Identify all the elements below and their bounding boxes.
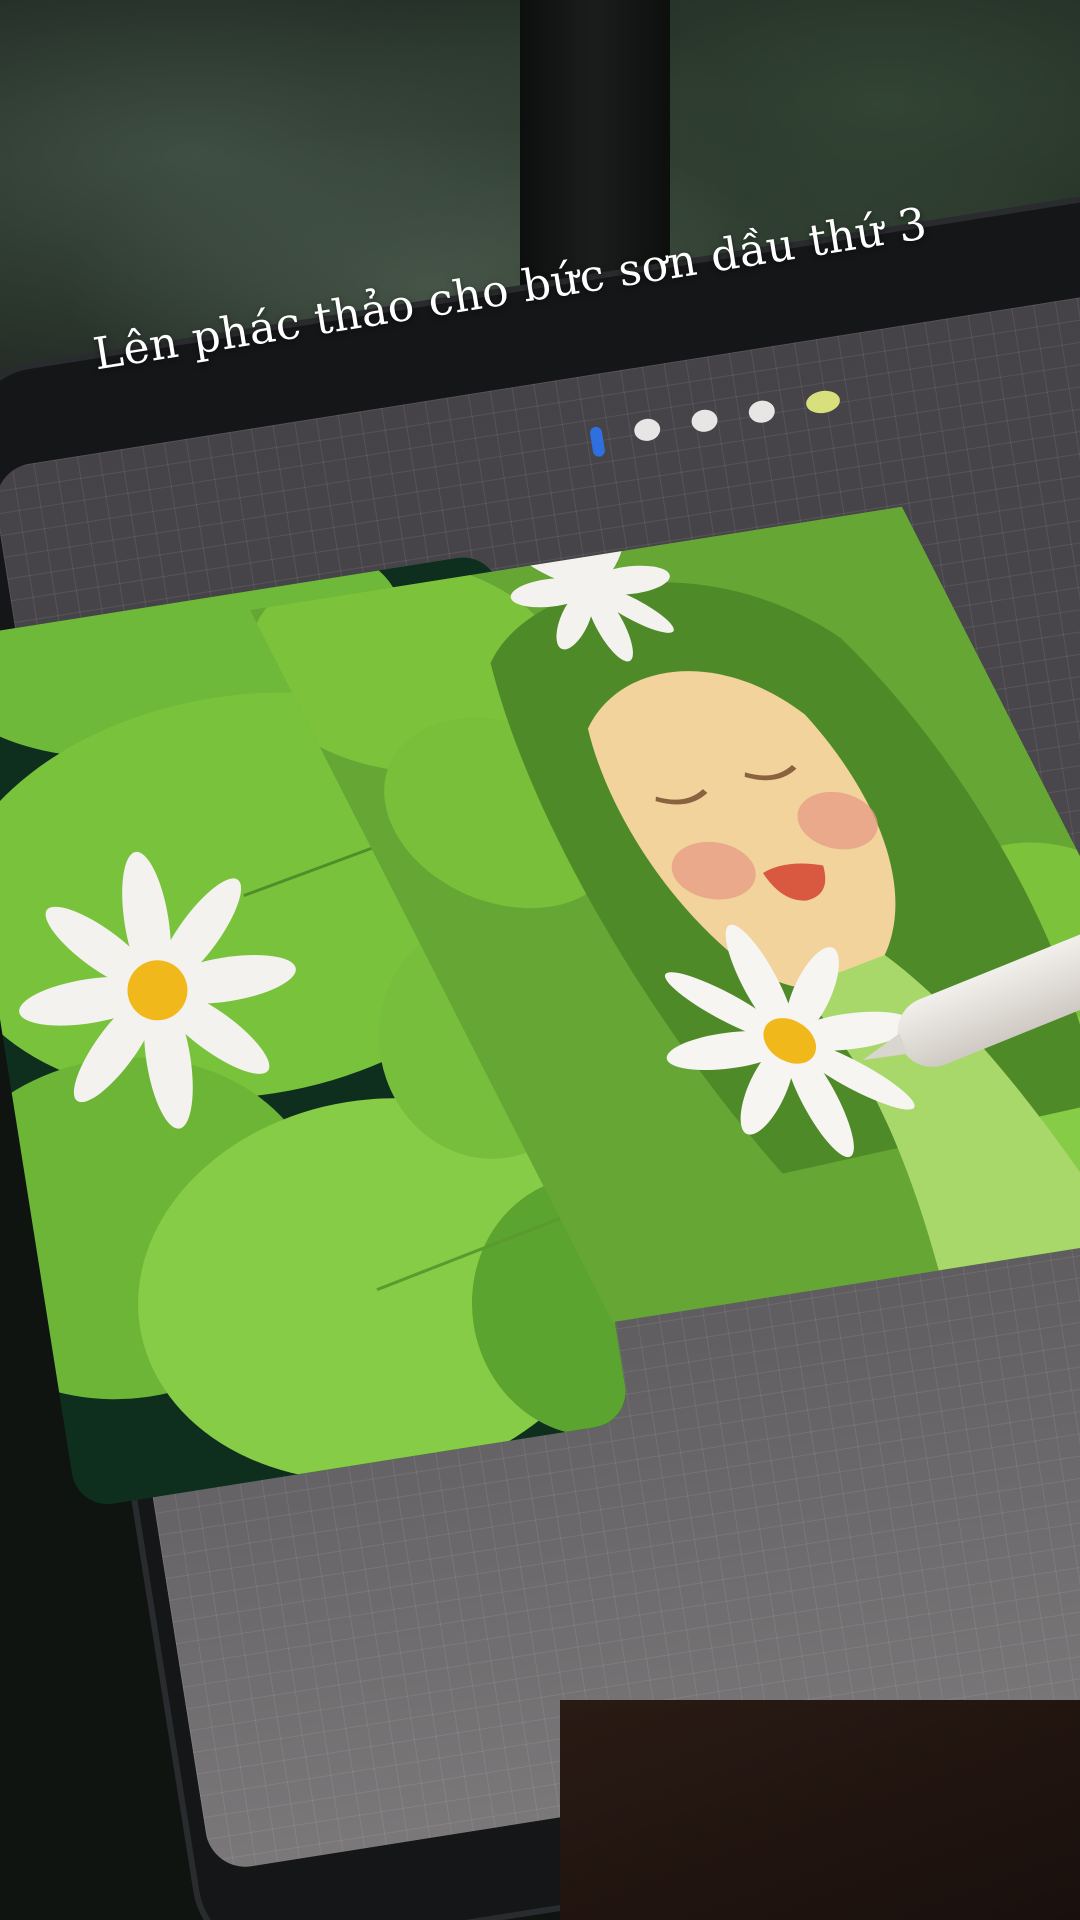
wooden-desk [560,1700,1080,1920]
layers-icon[interactable] [747,398,777,425]
color-icon[interactable] [804,388,842,416]
brush-icon[interactable] [632,416,662,443]
photo-scene: Lên phác thảo cho bức sơn dầu thứ 3 [0,0,1080,1920]
eraser-icon[interactable] [689,407,720,434]
